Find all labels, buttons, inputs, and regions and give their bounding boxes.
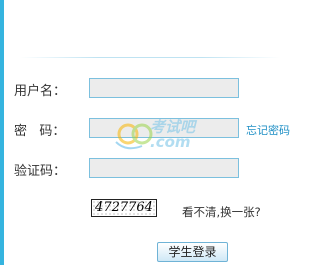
- student-login-button[interactable]: 学生登录: [157, 242, 228, 262]
- refresh-captcha-link[interactable]: 看不清,换一张?: [182, 204, 261, 220]
- captcha-input[interactable]: [89, 158, 239, 178]
- forgot-password-link[interactable]: 忘记密码: [246, 122, 290, 138]
- password-label: 密 码：: [14, 124, 66, 139]
- username-input[interactable]: [89, 78, 239, 98]
- captcha-image[interactable]: 4727764: [91, 199, 157, 217]
- username-label: 用户名：: [14, 84, 67, 99]
- captcha-label: 验证码：: [14, 164, 67, 179]
- divider: [20, 57, 280, 58]
- watermark-domain-text: .com: [150, 133, 191, 151]
- left-accent-bar: [0, 0, 4, 265]
